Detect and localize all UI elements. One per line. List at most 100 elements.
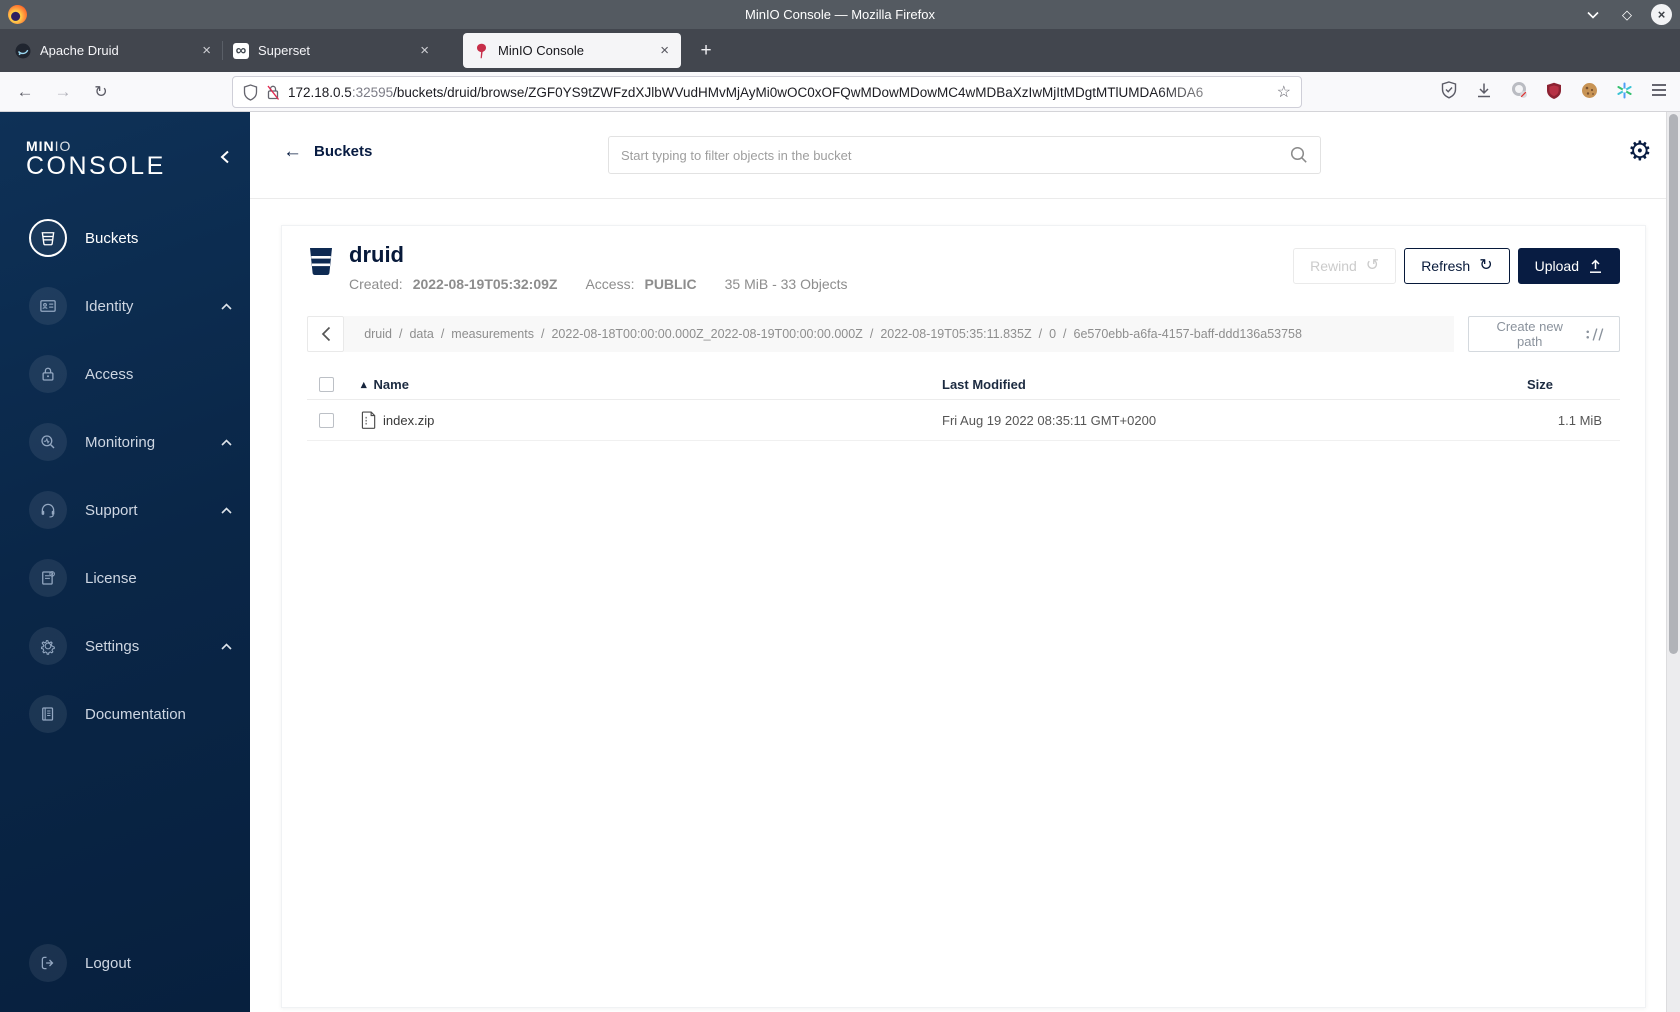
documentation-book-icon xyxy=(29,695,67,733)
license-document-icon xyxy=(29,559,67,597)
chevron-up-icon[interactable] xyxy=(221,438,232,446)
table-header-row: ▴ Name Last Modified Size xyxy=(307,370,1620,400)
bucket-icon xyxy=(307,246,335,276)
breadcrumb-segment[interactable]: 2022-08-18T00:00:00.000Z_2022-08-19T00:0… xyxy=(551,327,862,341)
tab-superset[interactable]: ∞ Superset × xyxy=(222,33,441,68)
breadcrumb-segment[interactable]: data xyxy=(409,327,433,341)
sidebar-item-monitoring[interactable]: Monitoring xyxy=(0,408,250,476)
sidebar-item-settings[interactable]: Settings xyxy=(0,612,250,680)
main-content: druid Created: 2022-08-19T05:32:09Z Acce… xyxy=(250,199,1666,1012)
sidebar-item-logout[interactable]: Logout xyxy=(0,929,250,997)
tab-apache-druid[interactable]: Apache Druid × xyxy=(5,33,223,68)
created-label: Created: xyxy=(349,276,403,292)
sidebar-collapse-icon[interactable] xyxy=(220,150,230,164)
search-icon xyxy=(1290,146,1308,164)
sidebar-item-label: Logout xyxy=(85,954,131,972)
table-row[interactable]: index.zip Fri Aug 19 2022 08:35:11 GMT+0… xyxy=(307,400,1620,441)
breadcrumb-segment[interactable]: measurements xyxy=(451,327,534,341)
superset-favicon-icon: ∞ xyxy=(233,42,249,59)
breadcrumb-segment[interactable]: druid xyxy=(364,327,392,341)
breadcrumb[interactable]: druid / data / measurements / 2022-08-18… xyxy=(344,316,1455,352)
search-input[interactable] xyxy=(621,147,1290,163)
breadcrumb-segment[interactable]: 6e570ebb-a6fa-4157-baff-ddd136a53758 xyxy=(1074,327,1302,341)
tab-close-icon[interactable]: × xyxy=(418,42,431,59)
bucket-icon xyxy=(29,219,67,257)
url-bar[interactable]: 172.18.0.5:32595/buckets/druid/browse/ZG… xyxy=(232,76,1302,108)
chevron-up-icon[interactable] xyxy=(221,506,232,514)
rewind-icon: ↺ xyxy=(1365,257,1380,274)
upload-icon xyxy=(1588,258,1603,274)
sidebar-item-label: Buckets xyxy=(85,229,139,247)
downloads-icon[interactable] xyxy=(1473,79,1495,101)
sidebar-item-label: Monitoring xyxy=(85,433,156,451)
monitoring-icon xyxy=(29,423,67,461)
tab-close-icon[interactable]: × xyxy=(200,42,213,59)
browser-back-button[interactable]: ← xyxy=(12,79,38,105)
pinwheel-extension-icon[interactable] xyxy=(1613,79,1635,101)
scrollbar-thumb[interactable] xyxy=(1669,114,1678,654)
url-text[interactable]: 172.18.0.5:32595/buckets/druid/browse/ZG… xyxy=(288,85,1271,100)
column-header-name[interactable]: Name xyxy=(374,377,409,392)
sidebar-item-identity[interactable]: Identity xyxy=(0,272,250,340)
tab-close-icon[interactable]: × xyxy=(658,42,671,59)
sidebar-item-access[interactable]: Access xyxy=(0,340,250,408)
browser-forward-button[interactable]: → xyxy=(50,79,76,105)
ublock-extension-icon[interactable] xyxy=(1543,79,1565,101)
tab-minio-console[interactable]: MinIO Console × xyxy=(463,33,681,68)
headset-icon xyxy=(29,491,67,529)
minio-favicon-icon xyxy=(473,43,489,59)
gear-icon xyxy=(29,627,67,665)
menu-hamburger-icon[interactable] xyxy=(1648,79,1670,101)
objects-table: ▴ Name Last Modified Size index.zip Fri … xyxy=(307,370,1620,441)
browser-toolbar: ← → ↻ 172.18.0.5:32595/buckets/druid/bro… xyxy=(0,72,1680,112)
new-tab-button[interactable]: + xyxy=(691,36,721,66)
chevron-up-icon[interactable] xyxy=(221,302,232,310)
url-path: /buckets/druid/browse/ZGF0YS9tZWFzdXJlbW… xyxy=(393,84,1204,100)
browser-reload-button[interactable]: ↻ xyxy=(88,79,114,105)
insecure-lock-icon[interactable] xyxy=(266,84,280,101)
mask-extension-icon[interactable] xyxy=(1508,79,1530,101)
cookie-extension-icon[interactable] xyxy=(1578,79,1600,101)
window-maximize-icon[interactable]: ◇ xyxy=(1617,5,1637,25)
created-value: 2022-08-19T05:32:09Z xyxy=(412,276,558,292)
minio-logo: MINIO CONSOLE xyxy=(26,138,166,180)
sidebar-item-label: License xyxy=(85,569,137,587)
select-all-checkbox[interactable] xyxy=(319,377,334,392)
bucket-browser-card: druid Created: 2022-08-19T05:32:09Z Acce… xyxy=(281,225,1646,1008)
console-settings-gear-icon[interactable]: ⚙ xyxy=(1628,138,1652,165)
back-to-buckets-link[interactable]: ← Buckets xyxy=(283,142,372,161)
row-checkbox[interactable] xyxy=(319,412,334,428)
create-new-path-button[interactable]: Create new path xyxy=(1468,316,1620,352)
window-close-icon[interactable]: × xyxy=(1651,4,1672,25)
shield-permissions-icon[interactable] xyxy=(243,83,258,101)
window-title: MinIO Console — Mozilla Firefox xyxy=(745,7,935,22)
sort-ascending-icon[interactable]: ▴ xyxy=(361,378,367,391)
column-header-modified[interactable]: Last Modified xyxy=(942,377,1527,392)
breadcrumb-segment[interactable]: 0 xyxy=(1049,327,1056,341)
breadcrumb-segment[interactable]: 2022-08-19T05:35:11.835Z xyxy=(880,327,1031,341)
upload-button[interactable]: Upload xyxy=(1517,248,1620,284)
bookmark-star-icon[interactable]: ☆ xyxy=(1277,82,1291,102)
tab-strip: Apache Druid × ∞ Superset × MinIO Consol… xyxy=(0,29,1680,72)
chevron-up-icon[interactable] xyxy=(221,642,232,650)
minio-sidebar: MINIO CONSOLE Buckets Identity Access Mo… xyxy=(0,112,250,1012)
bucket-title: druid xyxy=(349,242,404,267)
object-name[interactable]: index.zip xyxy=(383,413,434,428)
lock-icon xyxy=(29,355,67,393)
page-scrollbar[interactable] xyxy=(1666,112,1680,1012)
sidebar-item-label: Settings xyxy=(85,637,140,655)
sidebar-item-support[interactable]: Support xyxy=(0,476,250,544)
object-filter-searchbox[interactable] xyxy=(608,136,1321,174)
druid-favicon-icon xyxy=(15,43,31,59)
refresh-button[interactable]: Refresh ↻ xyxy=(1404,248,1510,284)
column-header-size[interactable]: Size xyxy=(1527,377,1622,392)
logout-icon xyxy=(29,944,67,982)
sidebar-item-license[interactable]: License xyxy=(0,544,250,612)
window-minimize-icon[interactable] xyxy=(1583,5,1603,25)
sidebar-item-documentation[interactable]: Documentation xyxy=(0,680,250,748)
path-back-button[interactable] xyxy=(307,316,345,352)
shield-check-extension-icon[interactable] xyxy=(1438,79,1460,101)
tab-label: MinIO Console xyxy=(498,43,584,58)
sidebar-item-buckets[interactable]: Buckets xyxy=(0,204,250,272)
rewind-button[interactable]: Rewind ↺ xyxy=(1293,248,1397,284)
